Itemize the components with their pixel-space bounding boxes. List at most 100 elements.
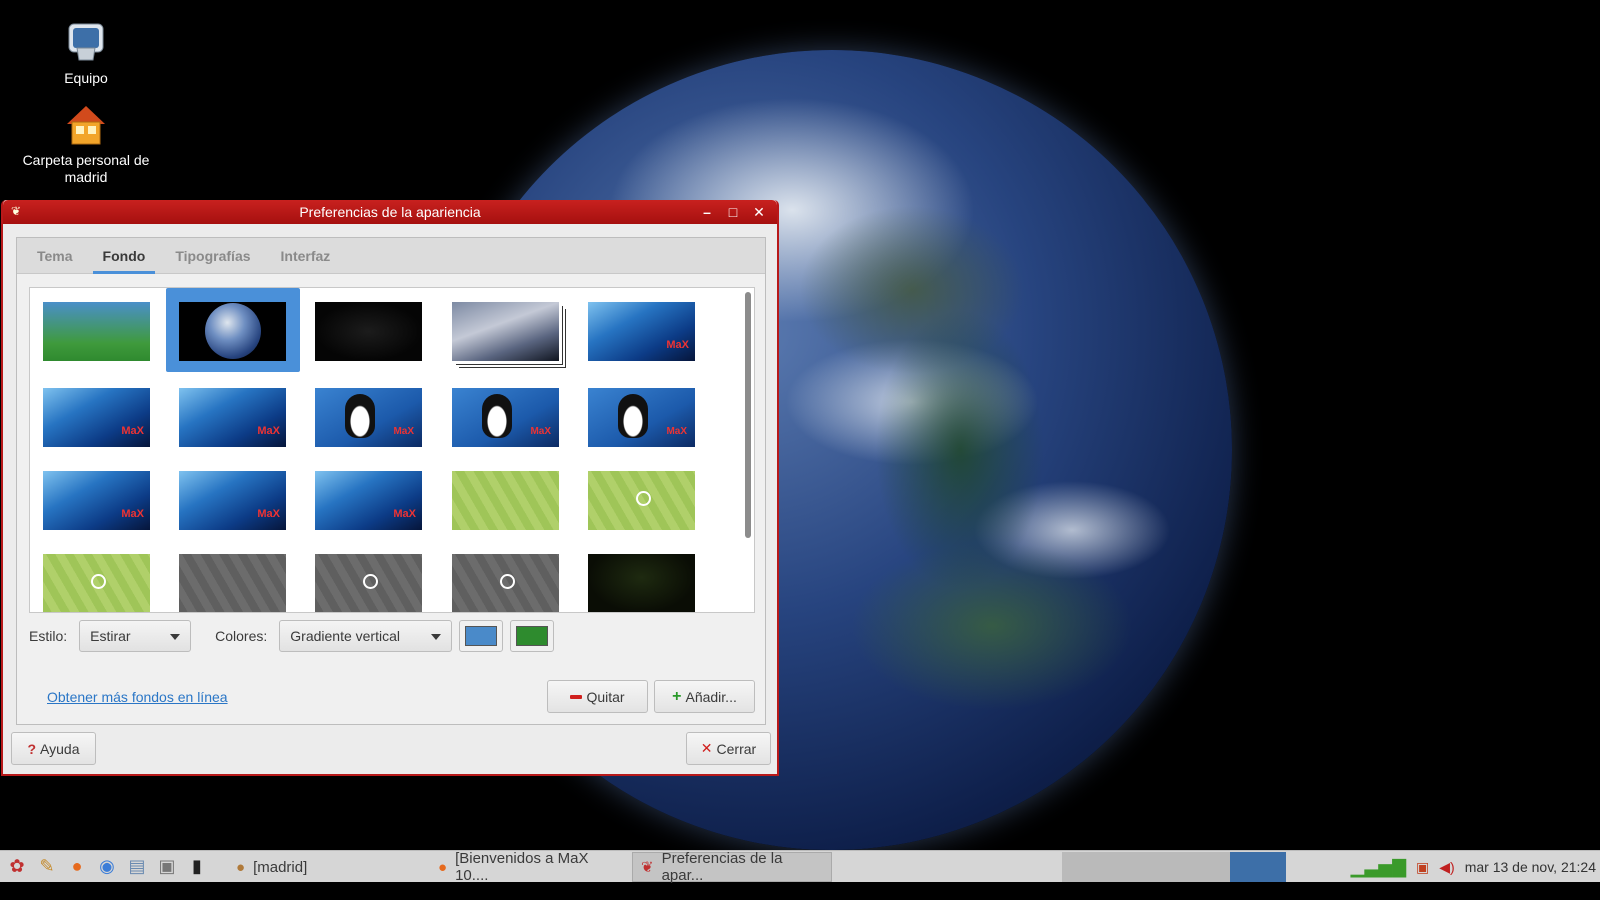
wallpaper-thumbnail[interactable] [166,288,300,372]
wallpaper-thumbnail[interactable] [302,374,436,458]
wallpaper-thumbnail[interactable] [439,374,573,458]
launchers: ✿ ✎ ● ◉ ▤ ▣ ▮ [2,852,212,882]
wallpaper-preview [43,388,150,447]
wallpaper-preview [588,471,695,530]
help-button[interactable]: ? Ayuda [11,732,96,765]
computer-icon [68,23,104,61]
wallpaper-thumbnail[interactable] [302,288,436,372]
wallpaper-preview [315,554,422,612]
online-backgrounds-link[interactable]: Obtener más fondos en línea [47,689,228,705]
wallpaper-thumbnail[interactable] [30,374,164,458]
style-combo-value: Estirar [90,628,131,644]
wallpaper-thumbnail[interactable] [30,457,164,541]
wallpaper-thumbnail[interactable] [439,288,573,372]
chromium-icon[interactable]: ◉ [92,852,122,882]
text-editor-icon[interactable]: ✎ [32,852,62,882]
minimize-button[interactable]: – [697,202,717,222]
chevron-down-icon [431,634,442,640]
desktop-icon-equipo[interactable]: Equipo [16,20,156,87]
close-window-button[interactable]: ✕ [749,202,769,222]
task-madrid[interactable]: ● [madrid] [228,852,428,882]
wallpaper-thumbnail[interactable] [30,540,164,612]
notebook-panel: Tema Fondo Tipografías Interfaz Estilo: … [16,237,766,725]
tab-tipografias[interactable]: Tipografías [165,238,260,274]
wallpaper-thumbnail[interactable] [439,540,573,612]
wallpaper-preview [588,302,695,361]
primary-color-button[interactable] [459,620,504,652]
wallpaper-gallery[interactable] [29,287,755,613]
add-button-label: Añadir... [685,688,737,705]
tab-tema[interactable]: Tema [27,238,83,274]
terminal-icon[interactable]: ▮ [182,852,212,882]
wallpaper-preview [43,302,150,361]
window-title: Preferencias de la apariencia [299,204,481,220]
gallery-scrollbar[interactable] [745,292,751,538]
firefox-icon[interactable]: ● [62,852,92,882]
appearance-preferences-window: ❦ Preferencias de la apariencia – □ ✕ Te… [1,200,779,776]
clock[interactable]: mar 13 de nov, 21:24 [1465,859,1596,875]
wallpaper-preview [452,388,559,447]
style-label: Estilo: [29,628,68,644]
wallpaper-preview [588,388,695,447]
wallpaper-thumbnail[interactable] [575,540,709,612]
wallpaper-preview [315,388,422,447]
wallpaper-thumbnail[interactable] [30,288,164,372]
volume-icon[interactable]: ◀) [1439,859,1454,876]
primary-color-swatch [465,626,498,646]
workspace-2[interactable] [1118,852,1174,882]
style-row: Estilo: Estirar Colores: Gradiente verti… [29,620,555,652]
task-preferences[interactable]: ❦ Preferencias de la apar... [632,850,832,884]
chevron-down-icon [170,634,181,640]
firefox-icon: ● [438,858,448,876]
taskbar: ✿ ✎ ● ◉ ▤ ▣ ▮ ● [madrid] ● [Bienvenidos … [0,850,1600,884]
wallpaper-thumbnail[interactable] [166,540,300,612]
colors-combo[interactable]: Gradiente vertical [279,620,453,652]
wallpaper-preview [315,471,422,530]
title-bar[interactable]: ❦ Preferencias de la apariencia – □ ✕ [3,200,777,224]
remove-button[interactable]: Quitar [547,680,648,713]
desktop-icon-label: Carpeta personal de madrid [22,152,150,185]
wallpaper-thumbnail[interactable] [302,457,436,541]
task-label: Preferencias de la apar... [661,850,783,884]
workspace-1[interactable] [1062,852,1118,882]
wallpaper-preview [452,302,559,361]
secondary-color-button[interactable] [510,620,555,652]
desktop-icon-home[interactable]: Carpeta personal de madrid [16,102,156,186]
task-browser[interactable]: ● [Bienvenidos a MaX 10.... [430,850,630,884]
wallpaper-thumbnail[interactable] [302,540,436,612]
maximize-button[interactable]: □ [723,202,743,222]
secondary-color-swatch [516,626,549,646]
wallpaper-thumbnail[interactable] [575,288,709,372]
help-button-label: Ayuda [40,740,80,757]
colors-label: Colores: [215,628,268,644]
wallpaper-preview [452,471,559,530]
workspace-3[interactable] [1174,852,1230,882]
wallpaper-thumbnail[interactable] [166,374,300,458]
tab-interfaz[interactable]: Interfaz [271,238,341,274]
desktop-icon-label: Equipo [64,70,108,86]
plus-icon: + [672,687,682,705]
colors-combo-value: Gradiente vertical [290,628,400,644]
wallpaper-preview [179,388,286,447]
wallpaper-thumbnail[interactable] [575,374,709,458]
settings-icon[interactable]: ▣ [152,852,182,882]
wallpaper-thumbnail[interactable] [439,457,573,541]
system-tray: ▁▃▅▇ ▣ ◀) mar 13 de nov, 21:24 [1351,851,1600,883]
network-signal-icon[interactable]: ▁▃▅▇ [1351,857,1406,878]
style-combo[interactable]: Estirar [79,620,192,652]
home-folder-icon [67,106,105,145]
wallpaper-preview [452,554,559,612]
wallpaper-thumbnail[interactable] [575,457,709,541]
workspace-4[interactable] [1230,852,1286,882]
main-menu-icon[interactable]: ✿ [2,852,32,882]
wallpaper-thumbnail[interactable] [166,457,300,541]
close-button[interactable]: ✕ Cerrar [686,732,771,765]
files-icon[interactable]: ▤ [122,852,152,882]
help-icon: ? [27,740,37,757]
add-button[interactable]: + Añadir... [654,680,755,713]
minus-icon [570,694,583,699]
wallpaper-preview [179,302,286,361]
update-notifier-icon[interactable]: ▣ [1416,859,1429,876]
tab-fondo[interactable]: Fondo [92,238,156,274]
task-label: [madrid] [253,858,308,876]
